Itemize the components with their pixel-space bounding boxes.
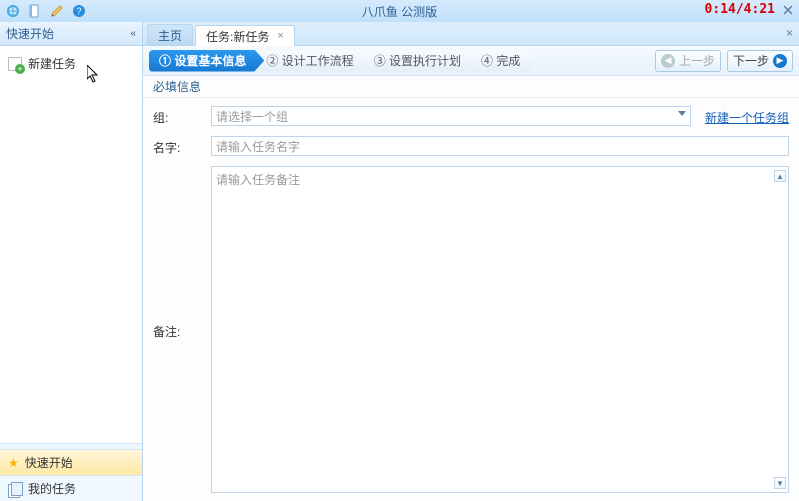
tab-label: 任务:新任务: [206, 28, 269, 45]
help-icon[interactable]: ?: [70, 2, 88, 20]
button-label: 上一步: [679, 52, 715, 69]
tab-home[interactable]: 主页: [147, 24, 193, 45]
group-label: 组:: [153, 106, 203, 126]
sidebar-collapse-button[interactable]: «: [130, 28, 136, 39]
step-label: ① 设置基本信息: [159, 52, 246, 69]
remark-label: 备注:: [153, 320, 203, 340]
sidebar-footer-label: 快速开始: [25, 454, 73, 471]
scroll-down-icon[interactable]: ▼: [774, 477, 786, 489]
form-row-remark: 备注: 请输入任务备注 ▲ ▼: [153, 166, 789, 493]
time-stamp: 0:14/4:21: [705, 2, 775, 17]
titlebar: ? 八爪鱼 公测版 0:14/4:21: [0, 0, 799, 22]
section-required-info: 必填信息: [143, 76, 799, 98]
sidebar-footer-quick-start[interactable]: ★ 快速开始: [0, 449, 142, 475]
scrollbar[interactable]: ▲ ▼: [774, 170, 786, 489]
window-close-icon[interactable]: [781, 3, 795, 17]
sidebar-item-new-task[interactable]: 新建任务: [6, 52, 136, 75]
wizard-step-4[interactable]: ④ 完成: [471, 50, 538, 72]
tab-new-task[interactable]: 任务:新任务 ×: [195, 25, 295, 46]
next-step-button[interactable]: 下一步 ▶: [727, 50, 793, 72]
svg-text:?: ?: [76, 6, 81, 16]
tabstrip: 主页 任务:新任务 × ×: [143, 22, 799, 46]
sidebar-header: 快速开始 «: [0, 22, 142, 46]
content-area: 主页 任务:新任务 × × ① 设置基本信息 ② 设计工作流程 ③ 设置执行计划…: [143, 22, 799, 501]
star-icon: ★: [8, 456, 19, 470]
name-input[interactable]: 请输入任务名字: [211, 136, 789, 156]
button-label: 下一步: [733, 52, 769, 69]
scroll-up-icon[interactable]: ▲: [774, 170, 786, 182]
textarea-placeholder: 请输入任务备注: [216, 173, 300, 187]
form-row-group: 组: 请选择一个组 新建一个任务组: [153, 106, 789, 126]
sidebar-item-label: 新建任务: [28, 55, 76, 72]
chevron-down-icon: [678, 111, 686, 116]
form-row-name: 名字: 请输入任务名字: [153, 136, 789, 156]
tabstrip-close-icon[interactable]: ×: [786, 26, 793, 40]
tab-label: 主页: [158, 27, 182, 44]
select-placeholder: 请选择一个组: [216, 108, 288, 125]
wizard-step-3[interactable]: ③ 设置执行计划: [364, 50, 479, 72]
app-icon[interactable]: [4, 2, 22, 20]
new-group-link[interactable]: 新建一个任务组: [699, 106, 789, 126]
step-label: ② 设计工作流程: [266, 52, 353, 69]
prev-step-button[interactable]: ◀ 上一步: [655, 50, 721, 72]
tab-close-icon[interactable]: ×: [277, 30, 283, 42]
new-task-icon: [8, 57, 22, 71]
sidebar: 快速开始 « 新建任务 · · · · · ★ 快速开始 我的任务: [0, 22, 143, 501]
wizard-step-2[interactable]: ② 设计工作流程: [256, 50, 371, 72]
step-label: ③ 设置执行计划: [374, 52, 461, 69]
sidebar-footer-my-tasks[interactable]: 我的任务: [0, 475, 142, 501]
app-title: 八爪鱼 公测版: [362, 3, 437, 20]
input-placeholder: 请输入任务名字: [216, 138, 300, 155]
sidebar-title: 快速开始: [6, 25, 54, 42]
group-select[interactable]: 请选择一个组: [211, 106, 691, 126]
pencil-icon[interactable]: [48, 2, 66, 20]
name-label: 名字:: [153, 136, 203, 156]
notebook-icon[interactable]: [26, 2, 44, 20]
document-stack-icon: [8, 482, 22, 496]
arrow-left-icon: ◀: [661, 54, 675, 68]
sidebar-footer-label: 我的任务: [28, 480, 76, 497]
arrow-right-icon: ▶: [773, 54, 787, 68]
step-label: ④ 完成: [481, 52, 520, 69]
wizard-step-1[interactable]: ① 设置基本信息: [149, 50, 264, 72]
form-area: 组: 请选择一个组 新建一个任务组 名字: 请输入任务名字 备注: 请输入任务备…: [143, 98, 799, 501]
wizard-steps: ① 设置基本信息 ② 设计工作流程 ③ 设置执行计划 ④ 完成 ◀ 上一步 下一…: [143, 46, 799, 76]
remark-textarea[interactable]: 请输入任务备注 ▲ ▼: [211, 166, 789, 493]
